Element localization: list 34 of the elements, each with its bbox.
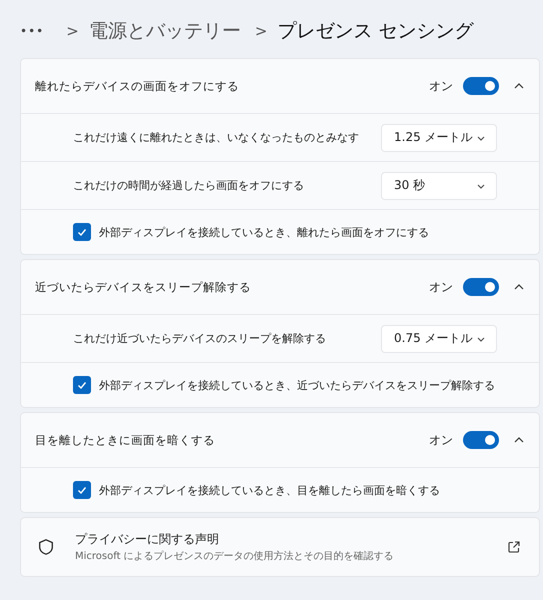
setting-label: これだけ遠くに離れたときは、いなくなったものとみなす xyxy=(73,130,360,145)
dropdown-value: 1.25 メートル xyxy=(394,129,473,146)
page-title: プレゼンス センシング xyxy=(277,19,474,44)
checkbox[interactable] xyxy=(73,223,91,241)
toggle-label: オン xyxy=(429,278,453,296)
checkbox-label: 外部ディスプレイを接続しているとき、近づいたらデバイスをスリープ解除する xyxy=(99,378,495,392)
toggle-label: オン xyxy=(429,432,453,448)
privacy-description: Microsoft によるプレゼンスのデータの使用方法とその目的を確認する xyxy=(75,550,395,563)
breadcrumb-link[interactable]: 電源とバッテリー xyxy=(88,18,241,44)
checkbox-label: 外部ディスプレイを接続しているとき、目を離したら画面を暗くする xyxy=(99,482,440,498)
breadcrumb-separator: > xyxy=(254,22,268,40)
privacy-title: プライバシーに関する声明 xyxy=(75,531,220,548)
checkbox[interactable] xyxy=(73,376,91,394)
setting-label: これだけの時間が経過したら画面をオフにする xyxy=(73,178,305,193)
toggle-switch[interactable] xyxy=(463,431,499,449)
dropdown-value: 30 秒 xyxy=(394,177,426,194)
breadcrumb-separator: > xyxy=(66,22,79,40)
more-button[interactable]: ••• xyxy=(20,24,44,38)
dropdown[interactable]: 1.25 メートル xyxy=(381,124,497,152)
setting-title: 目を離したときに画面を暗くする xyxy=(35,432,216,448)
checkbox[interactable] xyxy=(73,481,91,499)
setting-title: 近づいたらデバイスをスリープ解除する xyxy=(35,280,252,294)
toggle-switch[interactable] xyxy=(463,77,499,95)
dropdown[interactable]: 0.75 メートル xyxy=(381,324,497,352)
checkbox-label: 外部ディスプレイを接続しているとき、離れたら画面をオフにする xyxy=(99,224,429,240)
setting-title: 離れたらデバイスの画面をオフにする xyxy=(35,78,240,94)
dropdown[interactable]: 30 秒 xyxy=(381,172,497,200)
dropdown-value: 0.75 メートル xyxy=(394,330,473,347)
toggle-label: オン xyxy=(429,78,453,94)
external-link-icon xyxy=(507,540,521,554)
shield-icon xyxy=(37,538,55,556)
privacy-link-card[interactable]: プライバシーに関する声明 Microsoft によるプレゼンスのデータの使用方法とその目的を確認する xyxy=(20,517,540,577)
toggle-switch[interactable] xyxy=(463,278,499,296)
setting-label: これだけ近づいたらデバイスのスリープを解除する xyxy=(73,331,327,346)
